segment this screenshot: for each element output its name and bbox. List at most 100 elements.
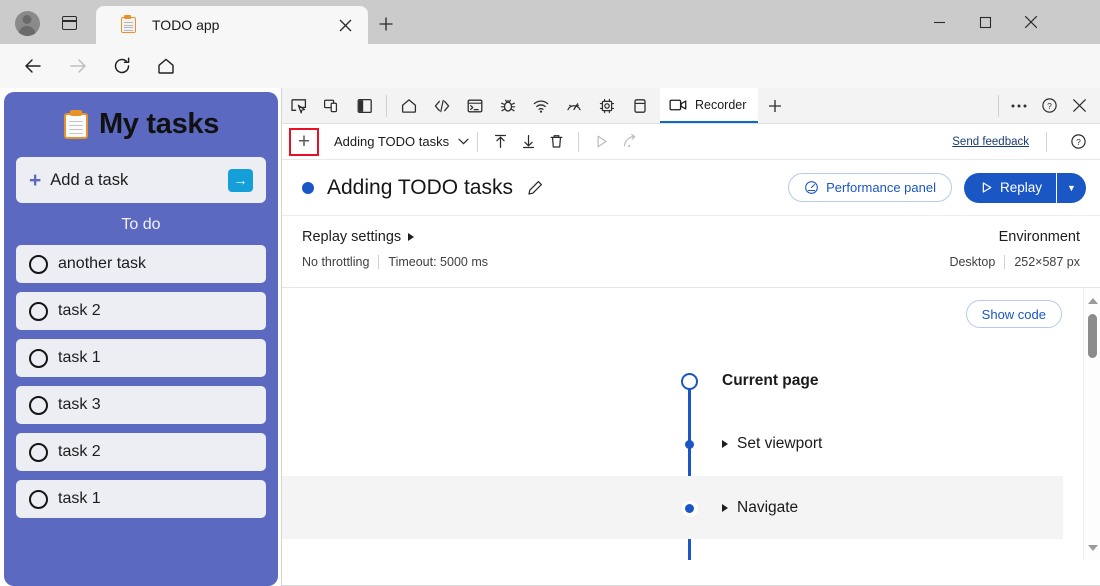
back-arrow-icon[interactable] [17, 50, 49, 82]
task-checkbox[interactable] [29, 443, 48, 462]
scroll-up-arrow-icon[interactable] [1084, 292, 1100, 309]
add-task-input[interactable]: + Add a task → [16, 157, 266, 203]
minimize-button[interactable] [916, 0, 962, 44]
recorder-toolbar: + Adding TODO tasks Send [282, 124, 1100, 160]
step-marker [680, 435, 699, 454]
performance-panel-label: Performance panel [826, 180, 936, 195]
environment-viewport: 252×587 px [1014, 255, 1080, 269]
list-item[interactable]: task 1 [16, 339, 266, 377]
step-label: Navigate [737, 499, 798, 517]
replay-settings-toggle[interactable]: Replay settings [302, 229, 488, 245]
tab-recorder[interactable]: Recorder [660, 88, 758, 123]
step-marker [680, 499, 699, 518]
tab-close-icon[interactable] [332, 12, 358, 38]
device-toolbar-icon[interactable] [315, 90, 348, 122]
task-label: task 1 [58, 490, 101, 508]
step-label: Current page [722, 372, 818, 390]
svg-text:?: ? [1047, 101, 1052, 111]
close-devtools-icon[interactable] [1064, 90, 1094, 122]
console-icon[interactable] [458, 90, 491, 122]
memory-chip-icon[interactable] [590, 90, 623, 122]
forward-arrow-icon [62, 50, 94, 82]
steps-scrollbar[interactable] [1083, 288, 1100, 560]
profile-avatar-button[interactable] [12, 8, 42, 38]
dock-side-icon[interactable] [348, 90, 381, 122]
environment-title: Environment [999, 229, 1080, 245]
send-feedback-link[interactable]: Send feedback [952, 136, 1029, 148]
recorder-camera-icon [669, 97, 688, 113]
replay-settings-section: Replay settings No throttling Timeout: 5… [282, 216, 1100, 288]
replay-button-label: Replay [1000, 180, 1042, 195]
new-tab-button[interactable] [372, 10, 400, 38]
task-label: task 2 [58, 302, 101, 320]
plus-icon: + [29, 170, 41, 191]
gauge-icon [804, 180, 819, 195]
browser-window: TODO app [0, 0, 1100, 586]
list-item[interactable]: task 1 [16, 480, 266, 518]
close-window-button[interactable] [1008, 0, 1054, 44]
scroll-down-arrow-icon[interactable] [1084, 539, 1100, 556]
submit-task-button[interactable]: → [228, 169, 253, 192]
performance-gauge-icon[interactable] [557, 90, 590, 122]
task-checkbox[interactable] [29, 255, 48, 274]
show-code-button[interactable]: Show code [966, 300, 1062, 328]
export-recording-icon[interactable] [514, 128, 542, 156]
welcome-home-icon[interactable] [392, 90, 425, 122]
reload-icon[interactable] [106, 50, 138, 82]
delete-recording-icon[interactable] [542, 128, 570, 156]
clipboard-icon [120, 16, 138, 34]
list-item[interactable]: task 2 [16, 433, 266, 471]
recording-header: Adding TODO tasks Performance panel Repl… [282, 160, 1100, 216]
elements-icon[interactable] [425, 90, 458, 122]
recording-steps-list: Show code Current page [282, 288, 1100, 560]
maximize-button[interactable] [962, 0, 1008, 44]
step-row-set-viewport[interactable]: Set viewport [282, 413, 1063, 476]
list-item[interactable]: another task [16, 245, 266, 283]
list-item[interactable]: task 3 [16, 386, 266, 424]
replay-settings-values: No throttling Timeout: 5000 ms [302, 255, 488, 269]
todo-app: My tasks + Add a task → To do another ta… [4, 92, 278, 586]
application-storage-icon[interactable] [623, 90, 656, 122]
todo-section-heading: To do [16, 216, 266, 234]
inspect-element-icon[interactable] [282, 90, 315, 122]
expander-triangle-icon[interactable] [722, 504, 728, 512]
browser-tab[interactable]: TODO app [96, 6, 368, 44]
recording-select[interactable]: Adding TODO tasks [334, 134, 469, 149]
step-row-current-page[interactable]: Current page [282, 350, 1063, 413]
replay-options-caret[interactable]: ▼ [1056, 173, 1086, 203]
timeout-value: Timeout: 5000 ms [388, 255, 488, 269]
add-panel-button[interactable] [758, 90, 792, 122]
throttling-value: No throttling [302, 255, 369, 269]
devtools-tab-bar: Recorder ? [282, 88, 1100, 124]
avatar [15, 11, 40, 36]
tab-actions-icon[interactable] [56, 10, 82, 36]
performance-panel-button[interactable]: Performance panel [788, 173, 952, 202]
devtools-panel: Recorder ? + Adding TOD [281, 88, 1100, 586]
more-tools-icon[interactable] [1004, 90, 1034, 122]
pencil-icon[interactable] [524, 177, 546, 199]
task-label: another task [58, 255, 146, 273]
task-checkbox[interactable] [29, 349, 48, 368]
network-icon[interactable] [524, 90, 557, 122]
sources-bug-icon[interactable] [491, 90, 524, 122]
replay-settings-title: Replay settings [302, 229, 401, 245]
clipboard-icon [63, 110, 89, 140]
list-item[interactable]: task 2 [16, 292, 266, 330]
svg-text:?: ? [1076, 137, 1081, 147]
help-icon[interactable]: ? [1034, 90, 1064, 122]
replay-button[interactable]: Replay [964, 173, 1056, 203]
home-icon[interactable] [150, 50, 182, 82]
expander-triangle-icon[interactable] [722, 440, 728, 448]
help-icon[interactable]: ? [1064, 128, 1092, 156]
toolbar-divider [578, 132, 579, 152]
task-checkbox[interactable] [29, 490, 48, 509]
import-recording-icon[interactable] [486, 128, 514, 156]
scrollbar-thumb[interactable] [1088, 314, 1097, 358]
recording-title: Adding TODO tasks [327, 176, 513, 200]
toolbar-divider [477, 132, 478, 152]
task-checkbox[interactable] [29, 396, 48, 415]
step-row-navigate[interactable]: Navigate [282, 476, 1063, 539]
task-checkbox[interactable] [29, 302, 48, 321]
page-viewport: My tasks + Add a task → To do another ta… [0, 88, 281, 586]
add-recording-button[interactable]: + [289, 128, 319, 156]
